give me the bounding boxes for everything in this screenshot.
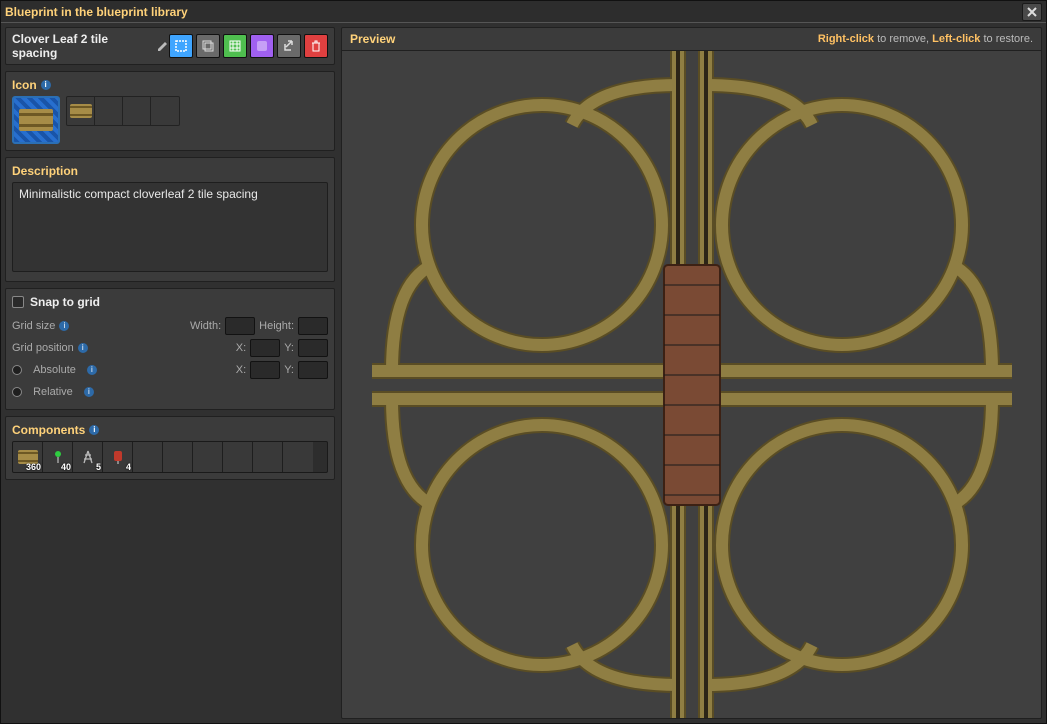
icon-slot-1[interactable] — [67, 97, 95, 125]
snap-to-grid-checkbox[interactable] — [12, 296, 24, 308]
absolute-label: Absolute — [33, 364, 76, 376]
preview-help: Right-click to remove, Left-click to res… — [818, 33, 1033, 45]
y-label: Y: — [284, 364, 294, 376]
component-slot[interactable] — [193, 442, 223, 472]
close-icon — [1027, 7, 1037, 17]
name-row: Clover Leaf 2 tile spacing — [5, 27, 335, 65]
icon-slot-2[interactable] — [95, 97, 123, 125]
component-rail[interactable]: 360 — [13, 442, 43, 472]
grid-toggle-button[interactable] — [223, 34, 247, 58]
grid-position-label: Grid position — [12, 342, 74, 354]
x-label: X: — [236, 364, 246, 376]
preview-header: Preview Right-click to remove, Left-clic… — [341, 27, 1042, 50]
reassign-button[interactable] — [196, 34, 220, 58]
export-string-button[interactable] — [277, 34, 301, 58]
left-column: Clover Leaf 2 tile spacing — [5, 27, 335, 719]
layers-icon — [201, 39, 215, 53]
titlebar: Blueprint in the blueprint library — [1, 1, 1046, 23]
abs-x-input[interactable] — [250, 361, 280, 379]
info-icon[interactable]: i — [89, 425, 99, 435]
y-label: Y: — [284, 342, 294, 354]
window-title: Blueprint in the blueprint library — [5, 5, 188, 19]
snap-label: Snap to grid — [30, 295, 100, 309]
component-slot[interactable] — [133, 442, 163, 472]
grid-size-label: Grid size — [12, 320, 55, 332]
blueprint-window: Blueprint in the blueprint library Clove… — [0, 0, 1047, 724]
info-icon[interactable]: i — [41, 80, 51, 90]
icon-slot-4[interactable] — [151, 97, 179, 125]
component-slot[interactable] — [223, 442, 253, 472]
select-new-contents-button[interactable] — [169, 34, 193, 58]
info-icon[interactable]: i — [84, 387, 94, 397]
close-button[interactable] — [1022, 3, 1042, 21]
right-column: Preview Right-click to remove, Left-clic… — [341, 27, 1042, 719]
big-pole-icon — [80, 449, 96, 465]
components-panel: Components i 360 40 5 4 — [5, 416, 335, 480]
component-count: 5 — [96, 462, 101, 472]
icon-slot-3[interactable] — [123, 97, 151, 125]
chain-signal-icon — [110, 449, 126, 465]
delete-button[interactable] — [304, 34, 328, 58]
icon-subslots — [66, 96, 180, 126]
preview-title: Preview — [350, 32, 395, 46]
cloverleaf-preview — [372, 50, 1012, 719]
icon-section-header: Icon i — [12, 78, 328, 92]
blueprint-toolbar — [169, 34, 328, 58]
preview-area[interactable] — [341, 50, 1042, 719]
width-label: Width: — [190, 320, 221, 332]
description-header: Description — [12, 164, 328, 178]
component-slot[interactable] — [253, 442, 283, 472]
grid-x-input[interactable] — [250, 339, 280, 357]
component-slot[interactable] — [163, 442, 193, 472]
component-slot[interactable] — [283, 442, 313, 472]
component-count: 4 — [126, 462, 131, 472]
grid-height-input[interactable] — [298, 317, 328, 335]
select-icon — [174, 39, 188, 53]
description-input[interactable] — [12, 182, 328, 272]
abs-y-input[interactable] — [298, 361, 328, 379]
component-rail-signal[interactable]: 40 — [43, 442, 73, 472]
component-count: 40 — [61, 462, 71, 472]
info-icon[interactable]: i — [87, 365, 97, 375]
absolute-radio[interactable] — [12, 365, 22, 375]
trash-icon — [310, 40, 322, 52]
height-label: Height: — [259, 320, 294, 332]
grid-icon — [228, 39, 242, 53]
rename-button[interactable] — [157, 40, 169, 52]
x-label: X: — [236, 342, 246, 354]
snap-panel: Snap to grid Grid size i Width: Height: G… — [5, 288, 335, 410]
rail-icon — [19, 109, 53, 131]
info-icon[interactable]: i — [78, 343, 88, 353]
info-icon[interactable]: i — [59, 321, 69, 331]
component-rail-chain-signal[interactable]: 4 — [103, 442, 133, 472]
component-count: 360 — [26, 462, 41, 472]
export-icon — [282, 39, 296, 53]
relative-label: Relative — [33, 386, 73, 398]
description-panel: Description — [5, 157, 335, 282]
grid-width-input[interactable] — [225, 317, 255, 335]
color-button[interactable] — [250, 34, 274, 58]
rail-icon — [70, 104, 92, 118]
blueprint-name: Clover Leaf 2 tile spacing — [12, 32, 151, 60]
components-grid: 360 40 5 4 — [12, 441, 328, 473]
blueprint-main-icon-slot[interactable] — [12, 96, 60, 144]
pencil-icon — [157, 40, 169, 52]
components-header: Components i — [12, 423, 328, 437]
color-icon — [256, 40, 268, 52]
grid-y-input[interactable] — [298, 339, 328, 357]
icon-panel: Icon i — [5, 71, 335, 151]
relative-radio[interactable] — [12, 387, 22, 397]
component-big-electric-pole[interactable]: 5 — [73, 442, 103, 472]
